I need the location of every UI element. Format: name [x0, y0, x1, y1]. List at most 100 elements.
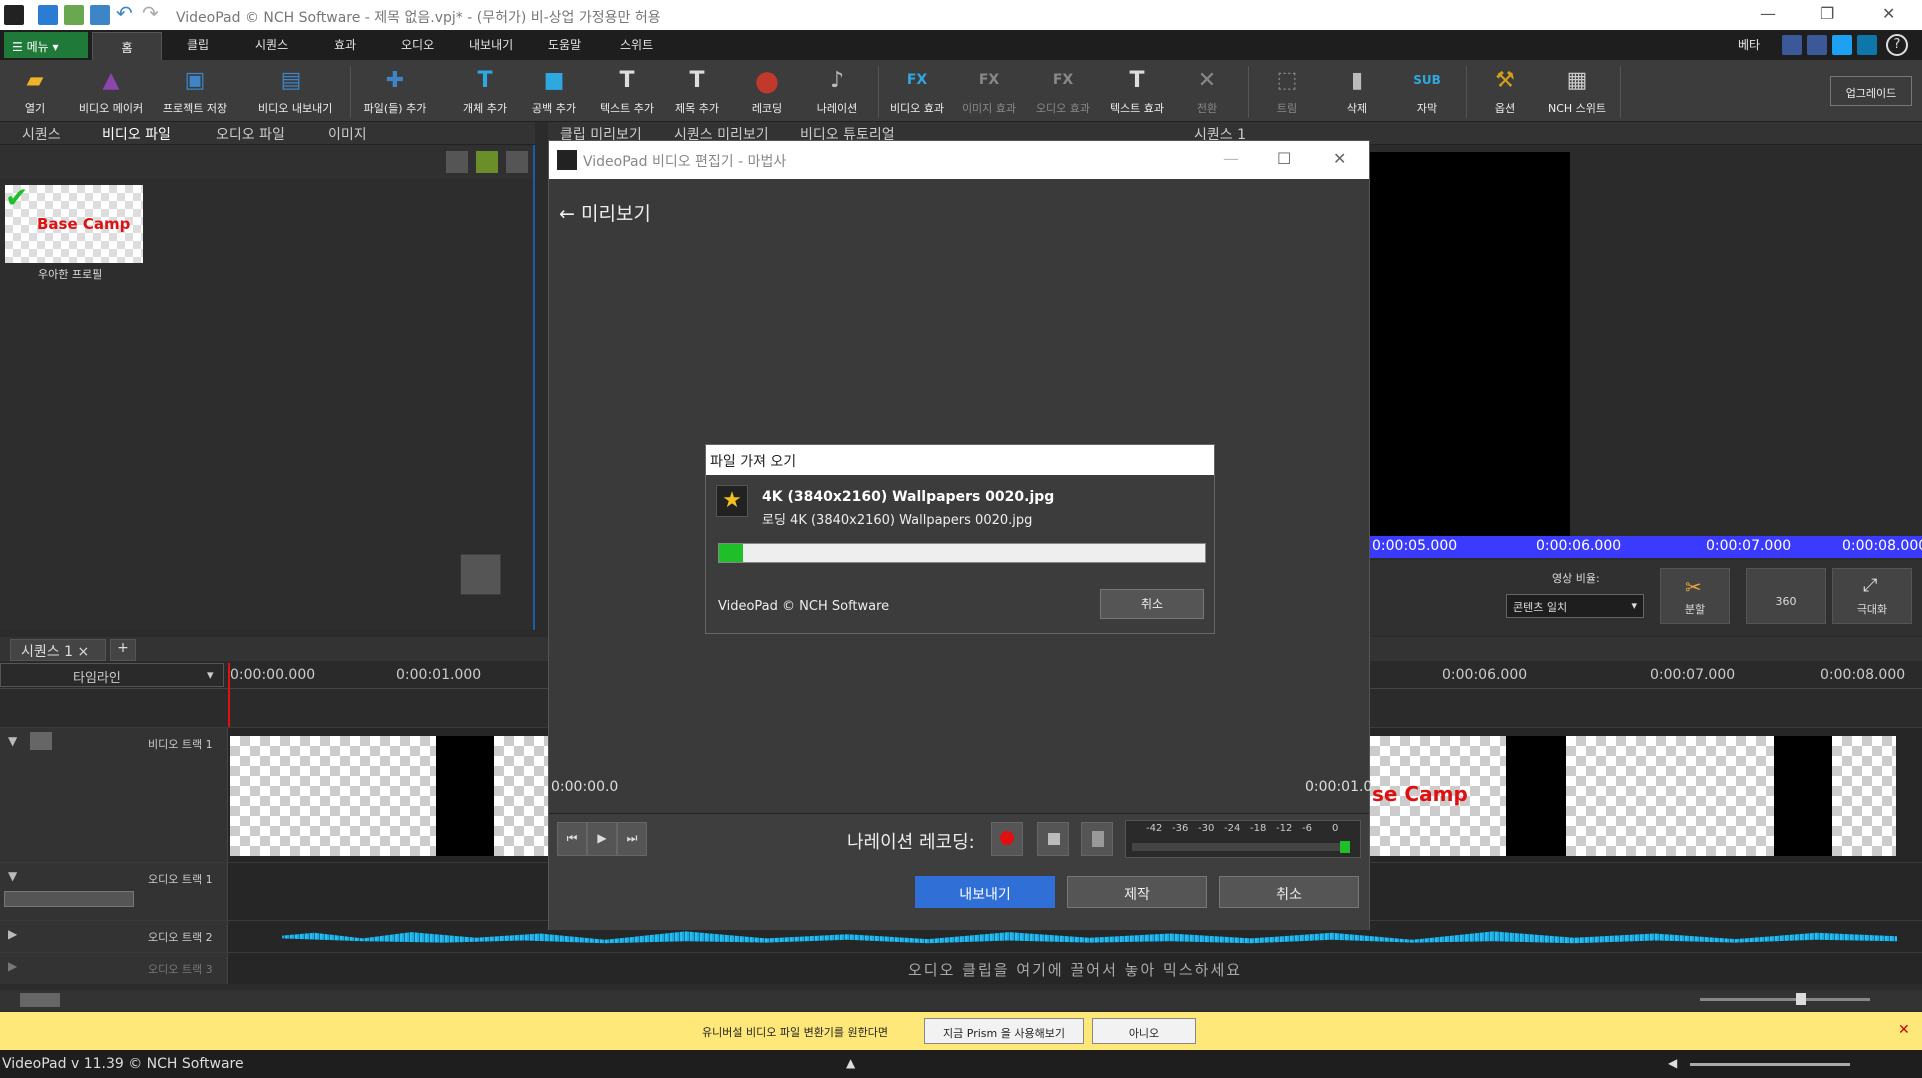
facebook-icon[interactable]: [1807, 35, 1827, 55]
video-clip[interactable]: [230, 736, 436, 856]
bin-list-view-icon[interactable]: [506, 151, 528, 173]
video-clip[interactable]: [1832, 736, 1896, 856]
upgrade-button[interactable]: 업그레이드: [1830, 76, 1912, 106]
try-prism-button[interactable]: 지금 Prism 을 사용해보기: [924, 1018, 1084, 1044]
delete-button[interactable]: ▮ 삭제: [1324, 64, 1390, 120]
scroll-thumb[interactable]: [20, 993, 60, 1007]
skip-forward-button[interactable]: ⏭: [617, 822, 647, 856]
volume-slider[interactable]: [4, 891, 134, 907]
tab-export[interactable]: 내보내기: [469, 36, 513, 53]
skip-back-button[interactable]: ⏮: [557, 822, 587, 856]
tab-help[interactable]: 도움말: [548, 36, 581, 53]
tab-effects[interactable]: 효과: [334, 36, 356, 53]
expand-icon[interactable]: ▼: [8, 734, 17, 748]
bin-delete-icon[interactable]: [446, 151, 468, 173]
bin-add-folder-icon[interactable]: [476, 151, 498, 173]
image-effects-button[interactable]: FX 이미지 효과: [956, 64, 1022, 120]
tab-images[interactable]: 이미지: [328, 124, 367, 144]
video-effects-button[interactable]: FX 비디오 효과: [884, 64, 950, 120]
zoom-slider-thumb[interactable]: [1796, 993, 1806, 1005]
nch-suite-button[interactable]: ▦ NCH 스위트: [1544, 64, 1610, 120]
timeline-scrollbar[interactable]: [0, 990, 1922, 1010]
no-button[interactable]: 아니오: [1092, 1018, 1196, 1044]
tab-home[interactable]: 홈: [92, 32, 162, 60]
open-button[interactable]: ▰ 열기: [2, 64, 68, 120]
close-icon[interactable]: ✕: [1882, 4, 1895, 23]
360-button[interactable]: 360: [1746, 568, 1826, 624]
tab-audio[interactable]: 오디오: [401, 36, 434, 53]
narration-record-button[interactable]: [991, 822, 1023, 856]
new-project-icon[interactable]: [38, 5, 58, 25]
cancel-button[interactable]: 취소: [1219, 876, 1359, 908]
wizard-maximize-icon[interactable]: ☐: [1277, 149, 1291, 168]
maximize-button[interactable]: ⤢ 극대화: [1832, 568, 1912, 624]
preview-timebar[interactable]: 0:00:05.000 0:00:06.000 0:00:07.000 0:00…: [1370, 536, 1922, 558]
tab-sequences[interactable]: 시퀀스: [22, 124, 61, 144]
save-icon[interactable]: [90, 5, 110, 25]
narration-stop-button[interactable]: [1037, 822, 1069, 856]
add-files-icon: ✚: [385, 67, 405, 93]
video-clip[interactable]: se Camp: [1370, 736, 1506, 856]
tab-sequence-1[interactable]: 시퀀스 1 ×: [10, 639, 106, 661]
eye-icon[interactable]: [30, 732, 52, 750]
zoom-slider[interactable]: [1700, 998, 1870, 1001]
add-object-button[interactable]: T 개체 추가: [452, 64, 518, 120]
wizard-close-icon[interactable]: ✕: [1333, 149, 1346, 168]
tab-clip[interactable]: 클립: [187, 36, 209, 53]
tab-suite[interactable]: 스위트: [620, 36, 653, 53]
play-button[interactable]: ▶: [587, 822, 617, 856]
help-icon[interactable]: ?: [1886, 34, 1908, 56]
add-text-button[interactable]: T 텍스트 추가: [594, 64, 660, 120]
import-cancel-button[interactable]: 취소: [1100, 589, 1204, 619]
options-button[interactable]: ⚒ 옵션: [1472, 64, 1538, 120]
add-blank-button[interactable]: ■ 공백 추가: [521, 64, 587, 120]
timeline-mode-select[interactable]: 타임라인 ▾: [0, 663, 224, 687]
undo-icon[interactable]: ↶: [116, 1, 136, 25]
add-sequence-button[interactable]: +: [110, 639, 136, 661]
produce-button[interactable]: 제작: [1067, 876, 1207, 908]
tab-video-files[interactable]: 비디오 파일: [102, 124, 171, 144]
expand-icon[interactable]: ▼: [8, 869, 17, 883]
tab-audio-files[interactable]: 오디오 파일: [216, 124, 285, 144]
twitter-icon[interactable]: [1832, 35, 1852, 55]
video-clip[interactable]: [1566, 736, 1774, 856]
add-title-button[interactable]: T 제목 추가: [664, 64, 730, 120]
wizard-minimize-icon[interactable]: —: [1223, 149, 1239, 168]
tab-sequence[interactable]: 시퀀스: [255, 36, 288, 53]
restore-icon[interactable]: ❐: [1820, 4, 1834, 23]
media-thumbnail[interactable]: Base Camp ✔: [5, 181, 143, 263]
expand-up-icon[interactable]: ▲: [846, 1056, 855, 1070]
narration-button[interactable]: ♪ 나레이션: [804, 64, 870, 120]
subtitle-button[interactable]: SUB 자막: [1394, 64, 1460, 120]
video-clip[interactable]: [494, 736, 550, 856]
export-video-button[interactable]: ▤ 비디오 내보내기: [258, 64, 332, 120]
back-button[interactable]: ← 미리보기: [559, 199, 651, 226]
linkedin-icon[interactable]: [1857, 35, 1877, 55]
aspect-ratio-select[interactable]: 콘텐츠 일치 ▾: [1506, 594, 1644, 618]
audio-effects-button[interactable]: FX 오디오 효과: [1030, 64, 1096, 120]
expand-icon[interactable]: ▶: [8, 927, 17, 941]
media-label: 우아한 프로필: [38, 268, 103, 281]
add-files-button[interactable]: ✚ 파일(들) 추가: [362, 64, 428, 120]
import-dialog: 파일 가져 오기 ★ 4K (3840x2160) Wallpapers 002…: [705, 444, 1215, 634]
export-video-icon: ▤: [280, 67, 302, 93]
export-button[interactable]: 내보내기: [915, 876, 1055, 908]
record-button[interactable]: ● 레코딩: [734, 64, 800, 120]
redo-icon[interactable]: ↷: [142, 1, 162, 25]
video-maker-button[interactable]: ▲ 비디오 메이커: [78, 64, 144, 120]
trim-button[interactable]: ⬚ 트림: [1254, 64, 1320, 120]
minimize-icon[interactable]: —: [1760, 4, 1776, 23]
save-project-button[interactable]: ▣ 프로젝트 저장: [162, 64, 228, 120]
transition-button[interactable]: ✕ 전환: [1174, 64, 1240, 120]
open-project-icon[interactable]: [64, 5, 84, 25]
wizard-time-ruler[interactable]: 0:00:00.0 0:00:01.0: [549, 775, 1372, 813]
like-icon[interactable]: [1782, 35, 1802, 55]
split-button[interactable]: ✂ 분할: [1660, 568, 1730, 624]
menu-button[interactable]: ☰ 메뉴 ▾: [4, 32, 88, 58]
expand-icon[interactable]: ▶: [8, 959, 17, 973]
close-promo-icon[interactable]: ✕: [1898, 1022, 1910, 1038]
speaker-icon[interactable]: ◀: [1668, 1056, 1677, 1070]
narration-delete-button[interactable]: [1081, 822, 1113, 856]
text-effects-button[interactable]: T 텍스트 효과: [1104, 64, 1170, 120]
master-volume-slider[interactable]: [1690, 1063, 1850, 1066]
